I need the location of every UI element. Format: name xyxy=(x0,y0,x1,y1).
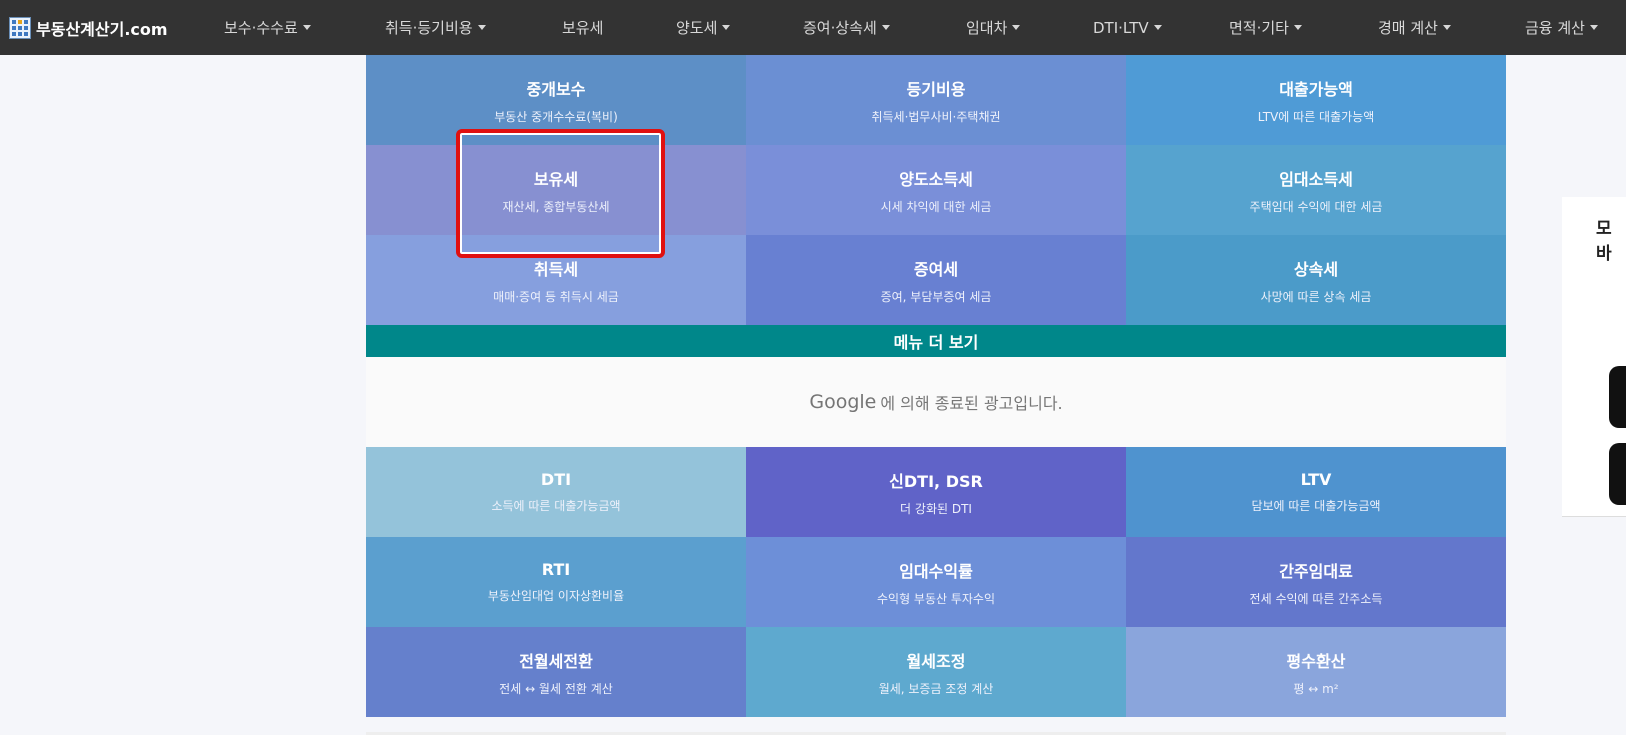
tile-rental-yield[interactable]: 임대수익률수익형 부동산 투자수익 xyxy=(746,537,1126,627)
tile-title: 월세조정 xyxy=(906,651,966,671)
tile-rental-income-tax[interactable]: 임대소득세주택임대 수익에 대한 세금 xyxy=(1126,145,1506,235)
tile-title: 임대수익률 xyxy=(899,561,973,581)
more-menu-button[interactable]: 메뉴 더 보기 xyxy=(366,325,1506,357)
tile-registration-cost[interactable]: 등기비용취득세·법무사비·주택채권 xyxy=(746,55,1126,145)
tile-subtitle: 전세 ↔ 월세 전환 계산 xyxy=(499,681,613,696)
tile-jeonse-wolse-conversion[interactable]: 전월세전환전세 ↔ 월세 전환 계산 xyxy=(366,627,746,717)
tile-title: LTV xyxy=(1300,470,1332,489)
side-panel-button[interactable] xyxy=(1609,366,1626,428)
tile-subtitle: 전세 수익에 따른 간주소득 xyxy=(1249,591,1383,606)
caret-down-icon xyxy=(1012,25,1021,30)
caret-down-icon xyxy=(881,25,890,30)
tile-subtitle: 수익형 부동산 투자수익 xyxy=(876,591,996,606)
nav-item-auction-calc[interactable]: 경매 계산 xyxy=(1378,0,1451,55)
tile-title: 중개보수 xyxy=(526,79,586,99)
caret-down-icon xyxy=(477,25,486,30)
tile-subtitle: 소득에 따른 대출가능금액 xyxy=(491,499,621,513)
tile-subtitle: 취득세·법무사비·주택채권 xyxy=(871,109,1001,124)
ad-closed-text: 에 의해 종료된 광고입니다. xyxy=(880,394,1063,413)
google-logo: Google xyxy=(809,391,877,413)
tile-subtitle: LTV에 따른 대출가능액 xyxy=(1257,109,1375,124)
tile-subtitle: 증여, 부담부증여 세금 xyxy=(880,289,992,304)
tile-subtitle: 담보에 따른 대출가능금액 xyxy=(1251,499,1381,513)
tile-title: 증여세 xyxy=(913,259,959,279)
caret-down-icon xyxy=(1589,25,1598,30)
tile-title: DTI xyxy=(540,470,572,489)
tile-loan-amount[interactable]: 대출가능액 LTV에 따른 대출가능액 xyxy=(1126,55,1506,145)
tile-subtitle: 더 강화된 DTI xyxy=(900,501,972,516)
tile-subtitle: 매매·증여 등 취득시 세금 xyxy=(493,289,619,304)
caret-down-icon xyxy=(302,25,311,30)
tile-deemed-rent[interactable]: 간주임대료전세 수익에 따른 간주소득 xyxy=(1126,537,1506,627)
tile-gift-tax[interactable]: 증여세증여, 부담부증여 세금 xyxy=(746,235,1126,325)
caret-down-icon xyxy=(1442,25,1451,30)
side-panel-button[interactable] xyxy=(1609,443,1626,505)
tile-title: 평수환산 xyxy=(1286,651,1346,671)
tile-subtitle: 시세 차익에 대한 세금 xyxy=(880,199,992,214)
tile-subtitle: 주택임대 수익에 대한 세금 xyxy=(1249,199,1383,214)
tile-capital-gains-tax[interactable]: 양도소득세시세 차익에 대한 세금 xyxy=(746,145,1126,235)
tile-subtitle: 평 ↔ m² xyxy=(1293,681,1339,696)
side-panel-text: 모바 xyxy=(1596,219,1612,264)
calculator-menu-grid-bottom: DTI 소득에 따른 대출가능금액 신DTI, DSR 더 강화된 DTI LTV 담… xyxy=(366,447,1506,717)
tile-title: 등기비용 xyxy=(906,79,966,99)
brand-title: 부동산계산기.com xyxy=(36,19,168,39)
nav-item-transfer-tax[interactable]: 양도세 xyxy=(676,0,731,55)
tile-subtitle: 부동산임대업 이자상환비율 xyxy=(487,589,625,603)
tile-inheritance-tax[interactable]: 상속세사망에 따른 상속 세금 xyxy=(1126,235,1506,325)
tile-title: 대출가능액 xyxy=(1279,79,1353,99)
tile-title: 양도소득세 xyxy=(899,169,973,189)
caret-down-icon xyxy=(1153,25,1162,30)
caret-down-icon xyxy=(722,25,731,30)
nav-item-brokerage-fee[interactable]: 보수·수수료 xyxy=(224,0,311,55)
nav-item-acquisition-cost[interactable]: 취득·등기비용 xyxy=(385,0,486,55)
tile-subtitle: 부동산 중개수수료(복비) xyxy=(494,109,618,124)
tile-rti[interactable]: RTI 부동산임대업 이자상환비율 xyxy=(366,537,746,627)
tile-title: 취득세 xyxy=(533,259,579,279)
nav-item-dti-ltv[interactable]: DTI·LTV xyxy=(1093,0,1162,55)
highlight-box xyxy=(456,129,665,258)
tile-title: 임대소득세 xyxy=(1279,169,1353,189)
top-navbar: 부동산계산기.com 보수·수수료 취득·등기비용 보유세 양도세 증여·상속세… xyxy=(0,0,1626,55)
tile-ltv[interactable]: LTV 담보에 따른 대출가능금액 xyxy=(1126,447,1506,537)
tile-subtitle: 월세, 보증금 조정 계산 xyxy=(878,681,994,696)
nav-item-area-etc[interactable]: 면적·기타 xyxy=(1229,0,1302,55)
nav-item-holding-tax[interactable]: 보유세 xyxy=(562,0,603,55)
calculator-logo-icon xyxy=(9,16,31,39)
nav-item-finance-calc[interactable]: 금융 계산 xyxy=(1525,0,1598,55)
tile-title: 간주임대료 xyxy=(1279,561,1353,581)
tile-title: 신DTI, DSR xyxy=(889,471,983,491)
tile-rent-adjustment[interactable]: 월세조정월세, 보증금 조정 계산 xyxy=(746,627,1126,717)
tile-title: 전월세전환 xyxy=(519,651,593,671)
tile-title: RTI xyxy=(541,560,571,579)
tile-pyeong-conversion[interactable]: 평수환산평 ↔ m² xyxy=(1126,627,1506,717)
nav-item-gift-inheritance-tax[interactable]: 증여·상속세 xyxy=(803,0,890,55)
tile-new-dti-dsr[interactable]: 신DTI, DSR 더 강화된 DTI xyxy=(746,447,1126,537)
ad-closed-notice: Google 에 의해 종료된 광고입니다. xyxy=(366,357,1506,447)
brand-link[interactable]: 부동산계산기.com xyxy=(9,0,168,55)
tile-title: 상속세 xyxy=(1293,259,1339,279)
caret-down-icon xyxy=(1293,25,1302,30)
tile-subtitle: 사망에 따른 상속 세금 xyxy=(1260,289,1372,304)
nav-item-lease[interactable]: 임대차 xyxy=(966,0,1021,55)
tile-dti[interactable]: DTI 소득에 따른 대출가능금액 xyxy=(366,447,746,537)
